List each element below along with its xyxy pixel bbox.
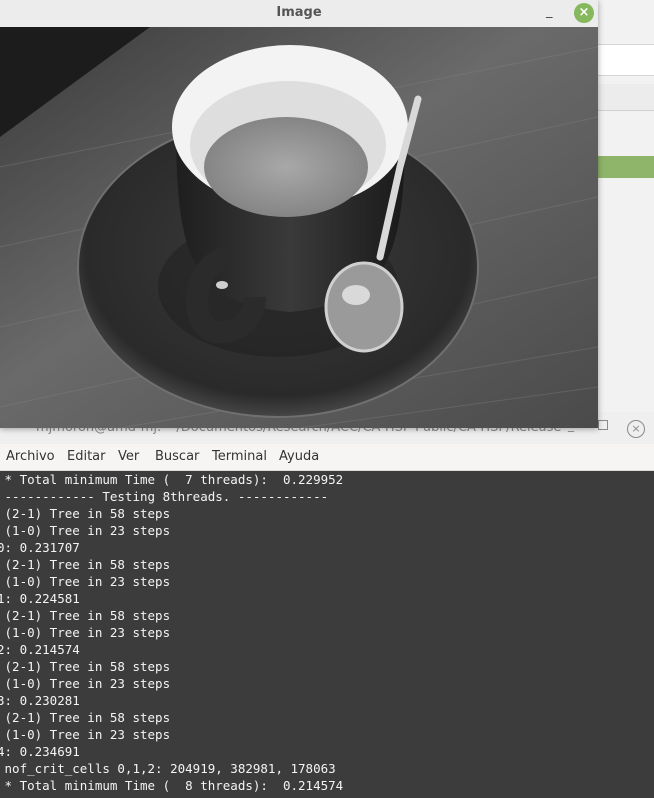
console-line: (1-0) Tree in 23 steps (0, 727, 171, 742)
console-line: 1: 0.224581 (0, 591, 80, 606)
console-line: (2-1) Tree in 58 steps (0, 659, 171, 674)
console-line: (2-1) Tree in 58 steps (0, 506, 171, 521)
image-window-minimize-button[interactable]: _ (546, 4, 553, 19)
terminal-console[interactable]: * Total minimum Time ( 7 threads): 0.229… (0, 471, 654, 798)
console-line: (2-1) Tree in 58 steps (0, 710, 171, 725)
image-window-titlebar[interactable]: Image _ × (0, 0, 598, 27)
image-window-title: Image (276, 5, 322, 20)
console-line: 0: 0.231707 (0, 540, 80, 555)
console-line: (1-0) Tree in 23 steps (0, 523, 171, 538)
menu-editar[interactable]: Editar (67, 449, 106, 464)
background-app-field (598, 44, 654, 76)
console-line: 2: 0.214574 (0, 642, 80, 657)
console-line: 3: 0.230281 (0, 693, 80, 708)
background-app-window (598, 0, 654, 420)
menu-ver[interactable]: Ver (118, 449, 139, 464)
console-line: nof_crit_cells 0,1,2: 204919, 382981, 17… (0, 761, 336, 776)
console-line: ------------ Testing 8threads. ---------… (0, 489, 329, 504)
background-app-progress (598, 156, 654, 178)
terminal-close-button[interactable]: × (627, 420, 645, 438)
console-line: (2-1) Tree in 58 steps (0, 557, 171, 572)
menu-buscar[interactable]: Buscar (155, 449, 199, 464)
console-line: (1-0) Tree in 23 steps (0, 625, 171, 640)
console-line: * Total minimum Time ( 8 threads): 0.214… (0, 778, 344, 793)
console-line: 4: 0.234691 (0, 744, 80, 759)
console-line: (2-1) Tree in 58 steps (0, 608, 171, 623)
terminal-menubar: Archivo Editar Ver Buscar Terminal Ayuda (0, 446, 654, 471)
console-line: * Total minimum Time ( 7 threads): 0.229… (0, 472, 344, 487)
console-line: (1-0) Tree in 23 steps (0, 574, 171, 589)
image-window-close-button[interactable]: × (574, 3, 594, 23)
console-line: (1-0) Tree in 23 steps (0, 676, 171, 691)
menu-terminal[interactable]: Terminal (212, 449, 267, 464)
terminal-window: mjmoron@amd-mj: ~/Documentos/Research/AC… (0, 412, 654, 798)
image-window: Image _ × (0, 0, 598, 428)
terminal-maximize-button[interactable] (598, 420, 608, 430)
background-app-toolbar (598, 84, 654, 111)
menu-archivo[interactable]: Archivo (6, 449, 55, 464)
coffee-cup-photo (0, 27, 598, 428)
menu-ayuda[interactable]: Ayuda (279, 449, 319, 464)
